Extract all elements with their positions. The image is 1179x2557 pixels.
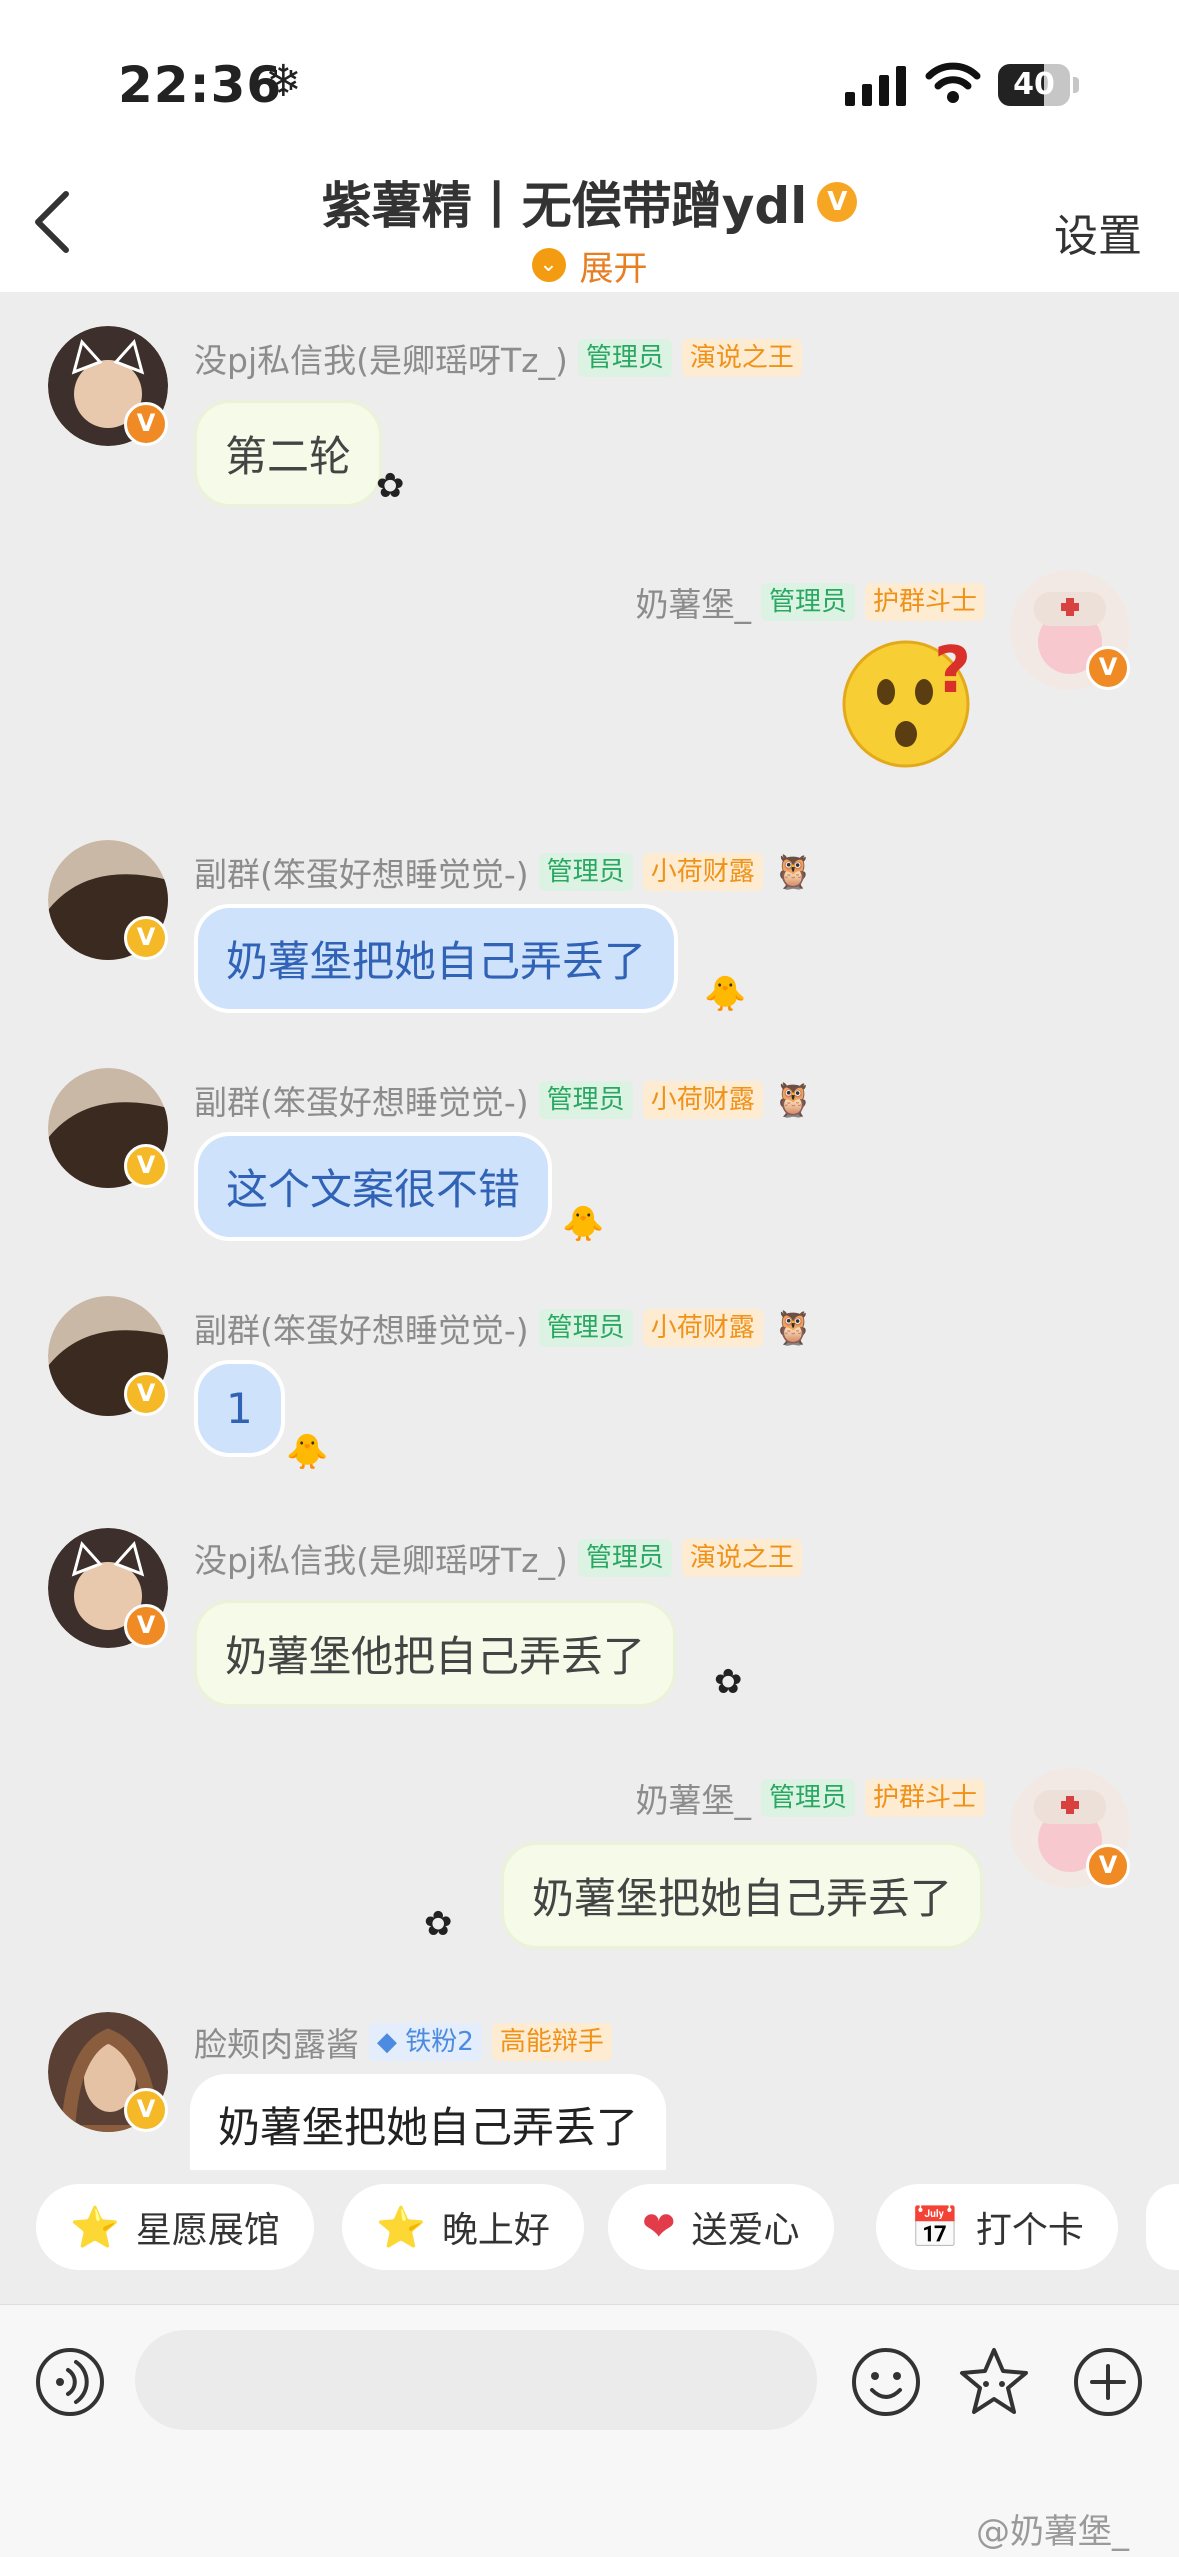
role-tag: 管理员 xyxy=(538,1081,633,1119)
wifi-icon xyxy=(925,62,981,103)
sender-name[interactable]: 奶薯堡_ xyxy=(635,1774,751,1822)
voice-icon[interactable] xyxy=(34,2346,106,2418)
battery-level: 40 xyxy=(1013,67,1055,102)
title-tag: 小荷财露 xyxy=(642,1309,763,1347)
emoji-icon[interactable] xyxy=(850,2346,922,2418)
quick-reply-chip[interactable]: ⭐ 晚上好 xyxy=(342,2184,584,2270)
clover-icon: ✿ xyxy=(714,1662,743,1702)
plus-icon[interactable] xyxy=(1072,2346,1144,2418)
calendar-icon: 📅 xyxy=(910,2204,960,2251)
verified-badge-icon: V xyxy=(124,2088,168,2132)
watermark: @奶薯堡_ xyxy=(976,2512,1129,2552)
battery-icon: 40 xyxy=(998,64,1070,106)
settings-button[interactable]: 设置 xyxy=(1054,200,1142,264)
title-tag: 护群斗士 xyxy=(864,1779,985,1817)
message-bubble[interactable]: 1 xyxy=(194,1360,285,1457)
message-bubble[interactable]: 这个文案很不错 xyxy=(194,1132,553,1241)
sender-line: 脸颊肉露酱 ◆ 铁粉2 高能辩手 xyxy=(194,2018,612,2066)
battery-tip xyxy=(1073,77,1079,93)
title-tag: 演说之王 xyxy=(681,339,802,377)
sender-name[interactable]: 副群(笨蛋好想睡觉觉-) xyxy=(194,1304,529,1352)
sender-line: 没pj私信我(是卿瑶呀Tz_) 管理员 演说之王 xyxy=(194,334,802,382)
role-tag: 管理员 xyxy=(577,1539,672,1577)
quick-reply-chip[interactable]: ❤ 送爱心 xyxy=(608,2184,834,2270)
duck-sticker-icon: 🐥 xyxy=(562,1204,605,1244)
title-tag: 高能辩手 xyxy=(491,2023,612,2061)
role-tag: 管理员 xyxy=(538,853,633,891)
verified-badge-icon: V xyxy=(124,1372,168,1416)
sender-name[interactable]: 脸颊肉露酱 xyxy=(194,2018,359,2066)
message-bubble[interactable]: 奶薯堡他把自己弄丢了 xyxy=(194,1600,677,1707)
role-tag: 管理员 xyxy=(538,1309,633,1347)
verified-badge-icon: V xyxy=(1086,646,1130,690)
quick-reply-chip-partial[interactable] xyxy=(1146,2184,1179,2270)
title-tag: 护群斗士 xyxy=(864,583,985,621)
star-icon: ⭐ xyxy=(70,2204,120,2251)
owl-icon: 🦉 xyxy=(772,852,814,891)
sender-name[interactable]: 没pj私信我(是卿瑶呀Tz_) xyxy=(194,1534,568,1582)
clover-icon: ✿ xyxy=(376,466,405,506)
status-time: 22:36 xyxy=(118,56,283,114)
fan-level-label: 铁粉2 xyxy=(405,2027,474,2057)
group-name: 紫薯精丨无偿带蹭ydl xyxy=(321,177,808,235)
snowflake-icon: ❄ xyxy=(265,56,302,107)
message-bubble[interactable]: 第二轮 xyxy=(194,400,383,507)
sender-name[interactable]: 没pj私信我(是卿瑶呀Tz_) xyxy=(194,334,568,382)
title-tag: 小荷财露 xyxy=(642,853,763,891)
sticker-surprised-emoji[interactable]: ? xyxy=(840,630,980,774)
chip-label: 打个卡 xyxy=(975,2210,1084,2251)
verified-badge-icon: V xyxy=(124,402,168,446)
message-bubble[interactable]: 奶薯堡把她自己弄丢了 xyxy=(500,1842,983,1949)
chip-label: 星愿展馆 xyxy=(135,2210,280,2251)
clover-icon: ✿ xyxy=(424,1904,453,1944)
title-tag: 小荷财露 xyxy=(642,1081,763,1119)
verified-badge-icon: V xyxy=(817,182,858,222)
sender-line: 奶薯堡_ 管理员 护群斗士 xyxy=(635,578,985,626)
verified-badge-icon: V xyxy=(124,1144,168,1188)
role-tag: 管理员 xyxy=(760,1779,855,1817)
chip-label: 送爱心 xyxy=(691,2210,800,2251)
message-input[interactable] xyxy=(135,2330,817,2430)
sender-name[interactable]: 副群(笨蛋好想睡觉觉-) xyxy=(194,848,529,896)
sender-line: 没pj私信我(是卿瑶呀Tz_) 管理员 演说之王 xyxy=(194,1534,802,1582)
role-tag: 管理员 xyxy=(760,583,855,621)
sender-line: 副群(笨蛋好想睡觉觉-) 管理员 小荷财露 🦉 xyxy=(194,848,814,896)
sender-name[interactable]: 奶薯堡_ xyxy=(635,578,751,626)
message-bubble[interactable]: 奶薯堡把她自己弄丢了 xyxy=(194,904,679,1013)
owl-icon: 🦉 xyxy=(772,1080,814,1119)
verified-badge-icon: V xyxy=(1086,1844,1130,1888)
sender-line: 副群(笨蛋好想睡觉觉-) 管理员 小荷财露 🦉 xyxy=(194,1076,814,1124)
verified-badge-icon: V xyxy=(124,916,168,960)
star-icon: ⭐ xyxy=(376,2204,426,2251)
fan-level-tag: ◆ 铁粉2 xyxy=(369,2023,482,2061)
sender-line: 副群(笨蛋好想睡觉觉-) 管理员 小荷财露 🦉 xyxy=(194,1304,814,1352)
chat-title[interactable]: 紫薯精丨无偿带蹭ydl V xyxy=(0,166,1179,238)
svg-text:?: ? xyxy=(934,634,971,708)
chip-label: 晚上好 xyxy=(441,2210,550,2251)
heart-icon: ❤ xyxy=(642,2204,676,2250)
duck-sticker-icon: 🐥 xyxy=(704,974,747,1014)
verified-badge-icon: V xyxy=(124,1604,168,1648)
expand-button[interactable]: ⌄ 展开 xyxy=(0,240,1179,290)
chevron-down-icon: ⌄ xyxy=(531,248,566,282)
quick-reply-chip[interactable]: ⭐ 星愿展馆 xyxy=(36,2184,314,2270)
message-bubble[interactable]: 奶薯堡把她自己弄丢了 xyxy=(190,2074,667,2170)
sender-name[interactable]: 副群(笨蛋好想睡觉觉-) xyxy=(194,1076,529,1124)
star-sticker-icon[interactable] xyxy=(956,2344,1032,2420)
cellular-signal-icon xyxy=(845,66,906,106)
owl-icon: 🦉 xyxy=(772,1308,814,1347)
sender-line: 奶薯堡_ 管理员 护群斗士 xyxy=(635,1774,985,1822)
expand-label: 展开 xyxy=(579,248,648,289)
quick-reply-chip[interactable]: 📅 打个卡 xyxy=(876,2184,1118,2270)
role-tag: 管理员 xyxy=(577,339,672,377)
title-tag: 演说之王 xyxy=(681,1539,802,1577)
duck-sticker-icon: 🐥 xyxy=(286,1432,329,1472)
